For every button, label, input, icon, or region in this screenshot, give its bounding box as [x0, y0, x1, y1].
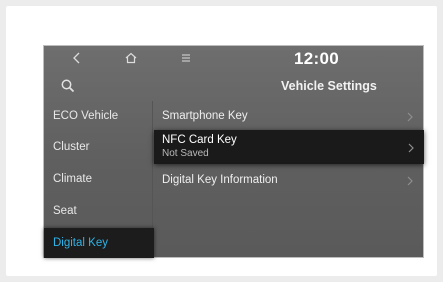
sidebar-item-label: Digital Key	[53, 237, 108, 249]
chevron-right-icon	[405, 110, 415, 122]
sidebar: ECO Vehicle Cluster Climate Seat Digital…	[44, 101, 154, 258]
chevron-right-icon	[405, 174, 415, 186]
sidebar-item-cluster[interactable]: Cluster	[44, 132, 152, 162]
sidebar-item-label: Seat	[53, 205, 77, 217]
sidebar-item-eco-vehicle[interactable]: ECO Vehicle	[44, 101, 152, 131]
sidebar-item-label: Cluster	[53, 141, 90, 153]
page-title: Vehicle Settings	[281, 79, 377, 93]
list-item-label: Smartphone Key	[162, 110, 248, 122]
chevron-right-icon	[406, 141, 416, 153]
sidebar-item-label: ECO Vehicle	[53, 110, 119, 122]
top-bar: 12:00	[44, 46, 423, 70]
home-icon[interactable]	[122, 49, 140, 67]
infotainment-screen: 12:00 Vehicle Settings ECO Vehicle Clust…	[44, 46, 424, 258]
back-icon[interactable]	[68, 49, 86, 67]
list-item-digital-key-information[interactable]: Digital Key Information	[154, 165, 423, 195]
sidebar-item-label: Climate	[53, 173, 92, 185]
search-icon[interactable]	[60, 78, 76, 94]
sidebar-item-climate[interactable]: Climate	[44, 164, 152, 194]
sidebar-item-digital-key[interactable]: Digital Key	[44, 228, 154, 258]
list-item-nfc-card-key[interactable]: NFC Card Key Not Saved	[154, 130, 424, 164]
list-item-label: NFC Card Key	[162, 134, 237, 146]
list-item-smartphone-key[interactable]: Smartphone Key	[154, 101, 423, 131]
list-item-status: Not Saved	[162, 148, 209, 159]
page-background: 12:00 Vehicle Settings ECO Vehicle Clust…	[6, 6, 437, 276]
title-bar: Vehicle Settings	[44, 73, 423, 97]
settings-list: Smartphone Key NFC Card Key Not Saved Di…	[154, 101, 424, 257]
menu-icon[interactable]	[177, 49, 195, 67]
clock: 12:00	[294, 49, 339, 68]
sidebar-item-seat[interactable]: Seat	[44, 196, 152, 226]
list-item-label: Digital Key Information	[162, 174, 278, 186]
